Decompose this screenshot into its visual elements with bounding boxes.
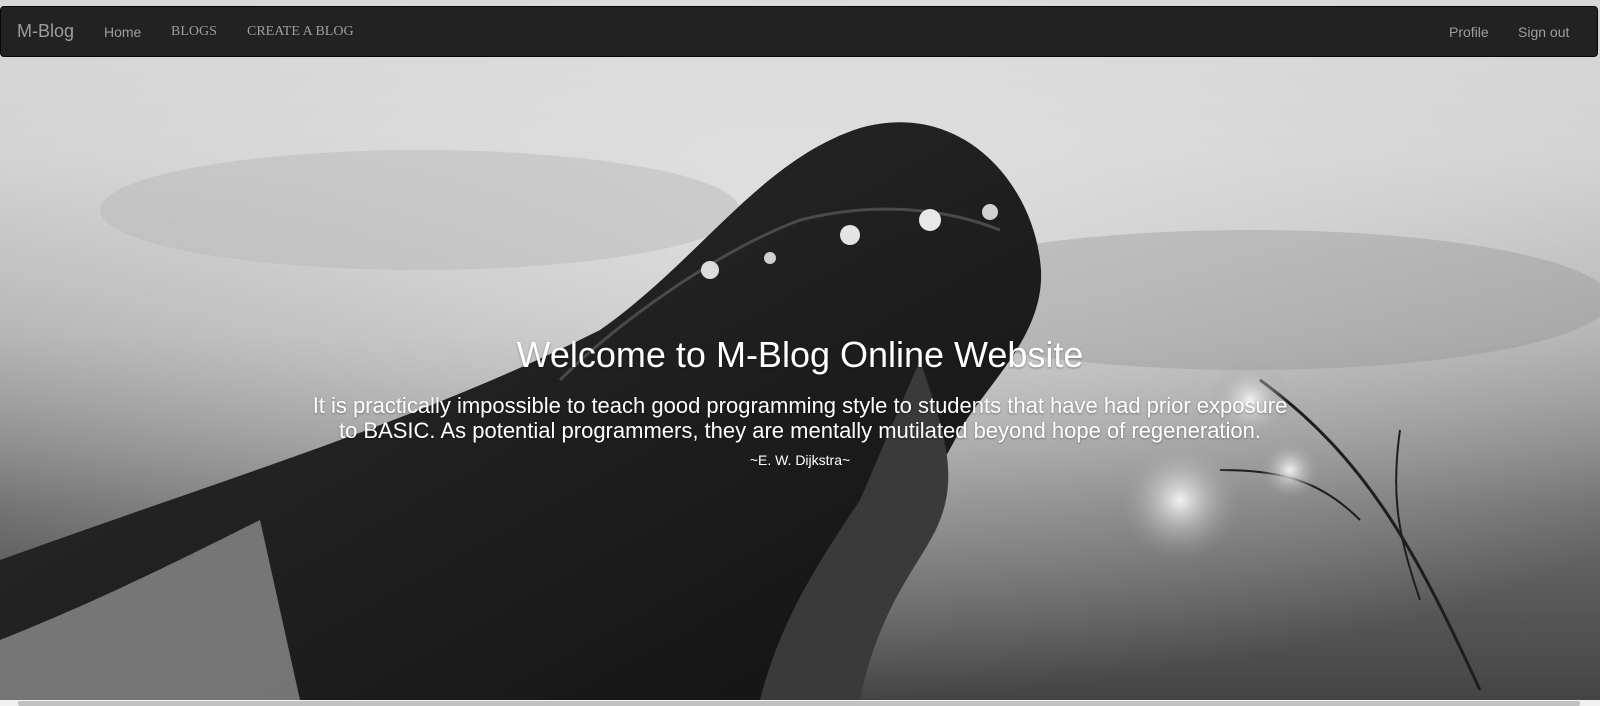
nav-sign-out-link[interactable]: Sign out — [1518, 24, 1569, 40]
nav-create-blog-link[interactable]: CREATE A BLOG — [247, 24, 354, 40]
page: M-Blog Home BLOGS CREATE A BLOG Profile … — [0, 0, 1600, 706]
horizontal-scrollbar-thumb[interactable] — [18, 701, 1580, 706]
nav-home-link[interactable]: Home — [104, 24, 141, 40]
nav-blogs-link[interactable]: BLOGS — [171, 24, 217, 40]
brand-link[interactable]: M-Blog — [17, 21, 74, 42]
hero-quote-author: ~E. W. Dijkstra~ — [749, 452, 851, 468]
hero-caption: Welcome to M-Blog Online Website It is p… — [0, 333, 1600, 468]
top-navbar: M-Blog Home BLOGS CREATE A BLOG Profile … — [0, 6, 1598, 57]
nav-profile-link[interactable]: Profile — [1449, 24, 1489, 40]
hero-quote: It is practically impossible to teach go… — [312, 393, 1288, 443]
horizontal-scrollbar[interactable] — [0, 700, 1600, 706]
hero-title: Welcome to M-Blog Online Website — [516, 334, 1084, 375]
